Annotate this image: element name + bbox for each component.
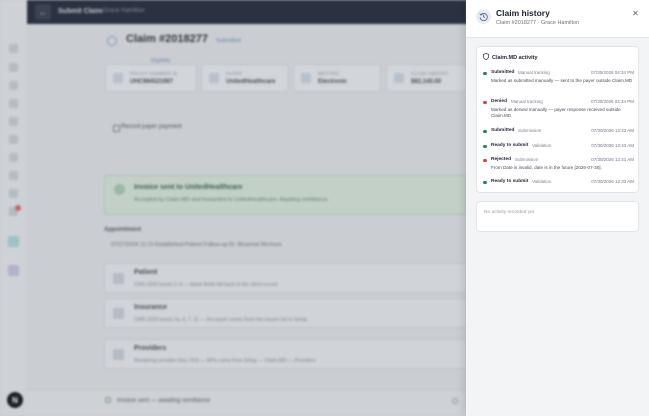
activity-entry: Denied Manual tracking 07/30/2026 04:34 PM… (483, 99, 634, 119)
history-icon (476, 9, 491, 24)
close-button[interactable]: ✕ (630, 8, 641, 19)
entry-timestamp: 07/30/2026 04:34 PM (590, 99, 634, 105)
entry-status: Rejected (491, 157, 511, 162)
status-dot (483, 180, 487, 184)
entry-timestamp: 07/30/2026 12:43 AM (591, 143, 634, 149)
entry-source: Submission (515, 157, 539, 163)
entry-source: Submission (518, 128, 542, 134)
activity-heading-text: Claim.MD activity (492, 55, 538, 61)
entry-timestamp: 07/30/2026 12:41 AM (591, 157, 634, 163)
entry-message: Marked as submitted manually — sent to t… (491, 78, 633, 83)
entry-message: Marked as denied manually — payer respon… (491, 107, 621, 118)
empty-message: No activity recorded yet. (484, 210, 536, 215)
status-dot (483, 144, 487, 148)
entry-source: Manual tracking (518, 70, 550, 76)
status-dot (483, 158, 487, 162)
entry-status: Submitted (491, 70, 515, 75)
entry-message: From Date is invalid, date is in the fut… (491, 165, 602, 170)
entry-timestamp: 07/30/2026 04:34 PM (590, 70, 634, 76)
activity-entry: Submitted Manual tracking 07/30/2026 04:34… (483, 70, 634, 90)
activity-entry: Rejected Submission 07/30/2026 12:41 AM Fro… (483, 157, 634, 177)
entry-source: Validation (532, 179, 552, 185)
close-icon: ✕ (632, 9, 639, 18)
status-dot (483, 71, 487, 75)
activity-entry: Ready to submit Validation 07/30/2026 12:4… (483, 143, 634, 151)
entry-status: Ready to submit (491, 179, 529, 184)
entry-timestamp: 07/30/2026 12:33 AM (591, 179, 634, 185)
drawer-header: Claim history Claim #2018277 · Grace Ham… (466, 0, 649, 38)
entry-status: Submitted (491, 128, 515, 133)
empty-activity-card: No activity recorded yet. (476, 201, 639, 232)
entry-source: Validation (532, 143, 552, 149)
shield-icon (483, 52, 489, 61)
entry-status: Ready to submit (491, 143, 529, 148)
entry-source: Manual tracking (511, 99, 543, 105)
status-dot (483, 100, 487, 104)
status-dot (483, 129, 487, 133)
activity-entry: Ready to submit Validation 07/30/2026 12:3… (483, 179, 634, 187)
activity-heading: Claim.MD activity (483, 52, 538, 61)
drawer-subtitle: Claim #2018277 · Grace Hamilton (496, 20, 580, 26)
activity-entry: Submitted Submission 07/30/2026 12:43 AM (483, 128, 634, 136)
claimmd-activity-card: Claim.MD activity Submitted Manual tracki… (476, 46, 639, 193)
entry-status: Denied (491, 99, 507, 104)
entry-timestamp: 07/30/2026 12:43 AM (591, 128, 634, 134)
drawer-title: Claim history (496, 8, 550, 18)
